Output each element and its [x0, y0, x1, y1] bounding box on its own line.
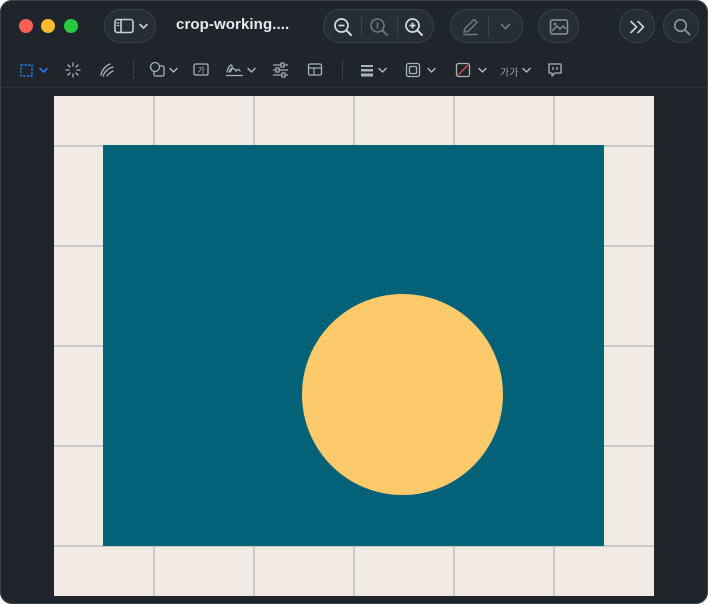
instant-alpha-icon[interactable] [64, 61, 82, 79]
minimize-window-button[interactable] [41, 19, 55, 33]
close-window-button[interactable] [19, 19, 33, 33]
border-color-icon [405, 62, 421, 78]
svg-text:가: 가 [197, 66, 205, 75]
search-icon [673, 18, 691, 36]
annotate-note-icon[interactable] [547, 62, 563, 78]
shapes-icon [149, 61, 165, 77]
sketch-icon[interactable] [98, 61, 116, 79]
document-title: crop-working.... [176, 16, 290, 33]
image-canvas[interactable] [54, 96, 654, 596]
markup-toolbar: 가 가가 [0, 52, 708, 88]
adjust-size-icon[interactable] [307, 62, 324, 78]
zoom-out-icon[interactable] [333, 17, 353, 37]
text-box-icon[interactable]: 가 [193, 62, 210, 78]
chevron-down-icon [427, 67, 436, 73]
rectangular-selection-icon [20, 64, 33, 77]
photo-tools-button[interactable] [538, 9, 579, 43]
no-fill-icon [455, 62, 471, 78]
maximize-window-button[interactable] [64, 19, 78, 33]
photo-icon [549, 19, 569, 35]
teal-rectangle [103, 145, 604, 546]
line-style-button[interactable] [359, 52, 391, 88]
text-style-button[interactable]: 가가 [500, 52, 534, 88]
selection-tool-button[interactable] [18, 52, 50, 88]
text-style-label: 가가 [500, 68, 519, 79]
chevron-down-icon [500, 23, 511, 30]
double-chevron-icon [630, 20, 645, 34]
chevron-down-icon [139, 23, 148, 29]
signature-icon [226, 64, 243, 77]
markup-button[interactable] [450, 9, 523, 43]
fill-color-button[interactable] [454, 52, 488, 88]
more-tools-button[interactable] [619, 9, 655, 43]
sidebar-toggle-button[interactable] [104, 9, 156, 43]
title-bar: crop-working.... [0, 0, 708, 52]
shapes-button[interactable] [148, 52, 180, 88]
chevron-down-icon [169, 67, 178, 73]
chevron-down-icon [522, 67, 531, 73]
chevron-down-icon [39, 67, 48, 73]
line-style-icon [361, 65, 373, 77]
adjust-color-icon[interactable] [272, 62, 289, 78]
zoom-actual-icon[interactable] [369, 17, 389, 37]
yellow-circle [302, 294, 503, 495]
pencil-icon [463, 18, 478, 36]
chevron-down-icon [378, 67, 387, 73]
border-color-button[interactable] [404, 52, 438, 88]
sidebar-icon [114, 18, 134, 34]
chevron-down-icon [478, 67, 487, 73]
preview-window: crop-working.... 가 가가 [0, 0, 708, 604]
zoom-in-icon[interactable] [404, 17, 424, 37]
signature-button[interactable] [225, 52, 257, 88]
zoom-controls [323, 9, 434, 43]
search-button[interactable] [663, 9, 699, 43]
chevron-down-icon [247, 67, 256, 73]
